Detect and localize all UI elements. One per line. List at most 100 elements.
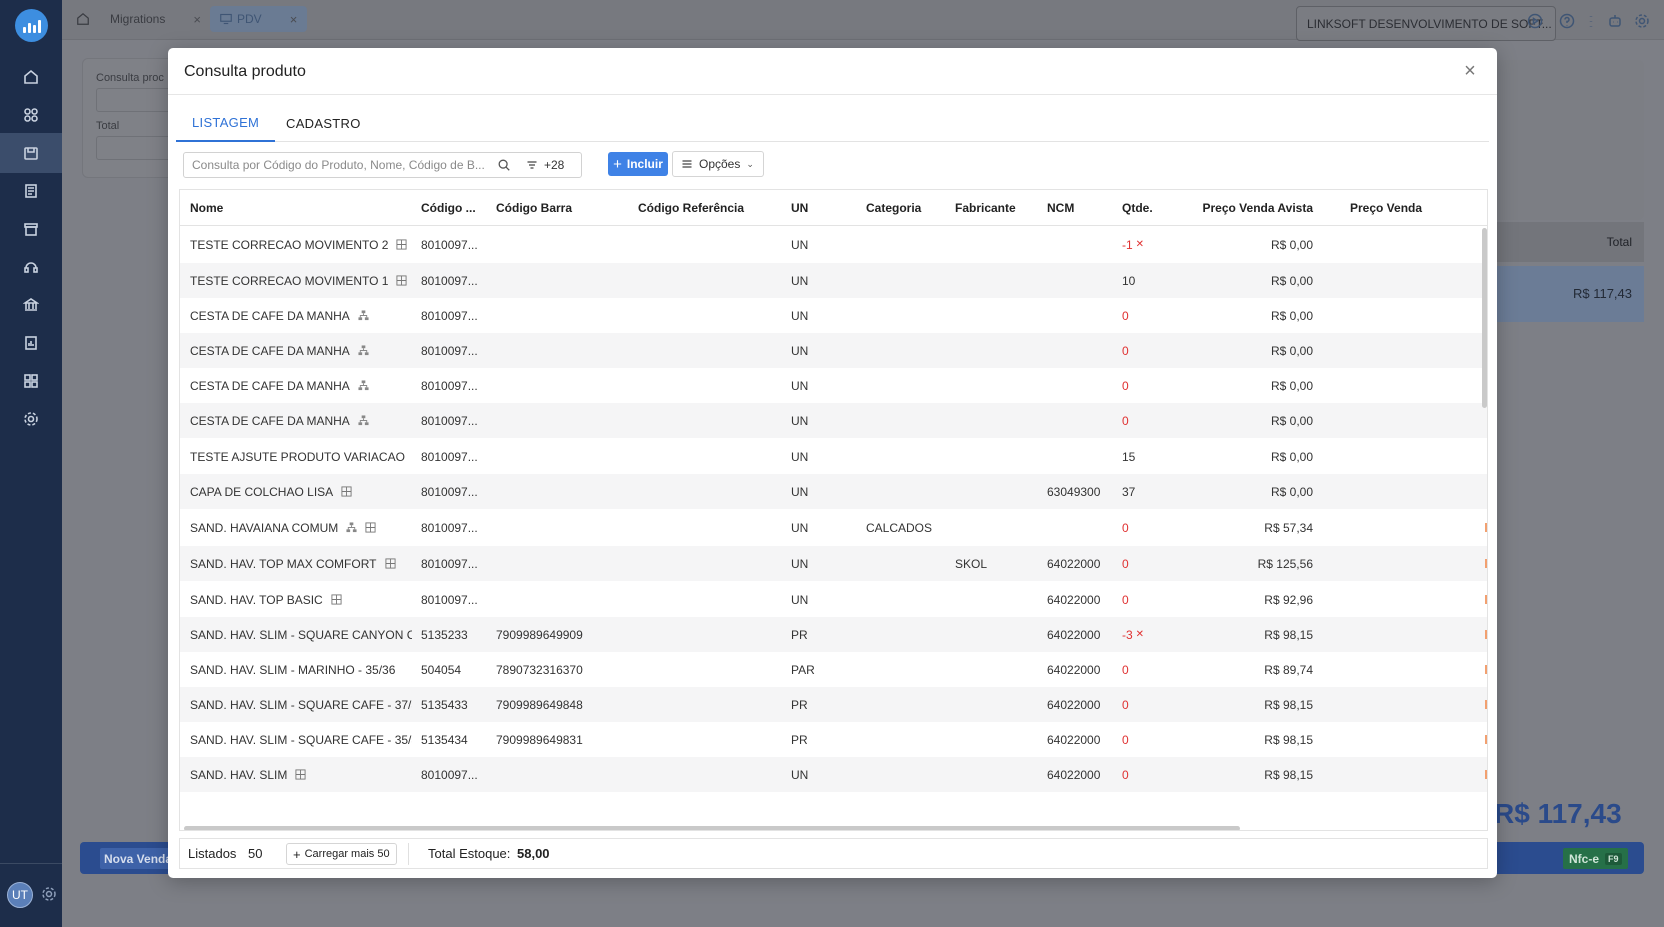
- close-icon[interactable]: ×: [193, 12, 201, 27]
- composition-icon[interactable]: [358, 310, 369, 321]
- col-preco-venda[interactable]: Preço Venda: [1350, 190, 1422, 226]
- report-icon[interactable]: [0, 323, 62, 363]
- composition-icon[interactable]: [358, 380, 369, 391]
- cell-qtde: -3 ✕: [1122, 617, 1144, 652]
- incluir-button[interactable]: + Incluir: [608, 152, 668, 176]
- composition-icon[interactable]: [346, 522, 357, 533]
- cell-un: UN: [791, 378, 809, 393]
- horizontal-scrollbar[interactable]: [184, 826, 1240, 830]
- cell-preco-avista: R$ 0,00: [1270, 343, 1313, 358]
- variation-grid-icon[interactable]: [295, 769, 306, 780]
- tab-migrations[interactable]: Migrations ×: [100, 6, 211, 32]
- composition-icon[interactable]: [358, 345, 369, 356]
- tab-pdv[interactable]: PDV ×: [210, 6, 308, 32]
- table-row[interactable]: SAND. HAVAIANA COMUM 8010097... UN CALCADOS…: [180, 510, 1487, 545]
- modal-divider: [168, 94, 1497, 95]
- nfce-label: Nfc-e: [1569, 851, 1600, 866]
- table-row[interactable]: SAND. HAV. SLIM - MARINHO - 35/36 504054 7…: [180, 652, 1487, 687]
- cell-codigo-barra: 7909989649848: [496, 697, 583, 712]
- robot-icon[interactable]: [1607, 13, 1623, 29]
- help-icon[interactable]: [1559, 13, 1575, 29]
- filter-button[interactable]: +28: [526, 153, 564, 177]
- cell-nome: SAND. HAVAIANA COMUM: [190, 510, 376, 545]
- gear-icon[interactable]: [41, 886, 57, 902]
- modules-icon[interactable]: [0, 361, 62, 401]
- table-row[interactable]: SAND. HAV. SLIM - SQUARE CAFE - 35/36 513…: [180, 722, 1487, 757]
- table-row[interactable]: SAND. HAV. TOP BASIC 8010097... UN 64022000…: [180, 582, 1487, 617]
- cell-codigo: 8010097...: [421, 273, 478, 288]
- col-categoria[interactable]: Categoria: [866, 190, 921, 226]
- cell-preco-avista: R$ 98,15: [1264, 767, 1313, 782]
- cell-preco-avista: R$ 0,00: [1270, 378, 1313, 393]
- col-codigo-barra[interactable]: Código Barra: [496, 190, 572, 226]
- close-icon[interactable]: ×: [1459, 60, 1481, 82]
- variation-grid-icon[interactable]: [331, 594, 342, 605]
- home-tab-icon[interactable]: [76, 12, 90, 26]
- search-icon[interactable]: [497, 158, 511, 172]
- table-row[interactable]: TESTE CORRECAO MOVIMENTO 1 8010097... UN 10…: [180, 263, 1487, 298]
- variation-grid-icon[interactable]: [341, 486, 352, 497]
- tab-cadastro[interactable]: CADASTRO: [270, 105, 377, 142]
- settings-gear-icon[interactable]: [1634, 13, 1650, 29]
- tab-listagem[interactable]: LISTAGEM: [176, 105, 276, 142]
- close-icon[interactable]: ×: [290, 12, 298, 27]
- table-row[interactable]: SAND. HAV. SLIM - SQUARE CAFE - 37/38 513…: [180, 687, 1487, 722]
- cell-un: UN: [791, 556, 809, 571]
- more-vertical-icon[interactable]: [1583, 13, 1599, 29]
- table-row[interactable]: CESTA DE CAFE DA MANHA 8010097... UN 0 R$ 0,…: [180, 333, 1487, 368]
- cell-nome: CESTA DE CAFE DA MANHA: [190, 368, 369, 403]
- col-qtde[interactable]: Qtde.: [1122, 190, 1153, 226]
- variation-grid-icon[interactable]: [365, 522, 376, 533]
- composition-icon[interactable]: [358, 415, 369, 426]
- nova-venda-button[interactable]: Nova Venda: [100, 848, 177, 869]
- total-input[interactable]: [96, 136, 176, 160]
- col-ncm[interactable]: NCM: [1047, 190, 1074, 226]
- table-row[interactable]: CAPA DE COLCHAO LISA 8010097... UN 63049300…: [180, 474, 1487, 509]
- bank-icon[interactable]: [0, 285, 62, 325]
- pdv-icon[interactable]: [0, 133, 62, 173]
- document-icon[interactable]: [0, 171, 62, 211]
- home-icon[interactable]: [0, 57, 62, 97]
- apps-icon[interactable]: [0, 95, 62, 135]
- nfce-button[interactable]: Nfc-e F9: [1563, 848, 1628, 869]
- carregar-mais-button[interactable]: + Carregar mais 50: [286, 843, 397, 865]
- table-row[interactable]: SAND. HAV. TOP MAX COMFORT 8010097... UN SK…: [180, 546, 1487, 581]
- qtde-value: 10: [1122, 273, 1136, 288]
- variation-grid-icon[interactable]: [384, 558, 396, 569]
- modal-title: Consulta produto: [184, 63, 306, 80]
- table-row[interactable]: CESTA DE CAFE DA MANHA 8010097... UN 0 R$ 0,…: [180, 298, 1487, 333]
- col-nome[interactable]: Nome: [190, 190, 223, 226]
- variation-grid-icon[interactable]: [396, 275, 408, 286]
- col-preco-avista[interactable]: Preço Venda Avista: [1200, 190, 1314, 226]
- col-un[interactable]: UN: [791, 190, 808, 226]
- settings-icon[interactable]: [0, 399, 62, 439]
- table-row[interactable]: CESTA DE CAFE DA MANHA 8010097... UN 0 R$ 0,…: [180, 368, 1487, 403]
- cell-nome: TESTE CORRECAO MOVIMENTO 1: [190, 263, 408, 298]
- archive-icon[interactable]: [0, 209, 62, 249]
- table-row[interactable]: CESTA DE CAFE DA MANHA 8010097... UN 0 R$ 0,…: [180, 403, 1487, 438]
- cell-ncm: 63049300: [1047, 484, 1101, 499]
- table-row[interactable]: SAND. HAV. SLIM - SQUARE CANYON C... 5135…: [180, 617, 1487, 652]
- cell-preco-avista: R$ 0,00: [1270, 413, 1313, 428]
- sidebar: UT: [0, 0, 62, 927]
- table-row[interactable]: TESTE CORRECAO MOVIMENTO 2 8010097... UN -1…: [180, 227, 1487, 262]
- cell-qtde: 0: [1122, 687, 1129, 722]
- search-input[interactable]: [184, 158, 484, 172]
- app-logo[interactable]: [15, 9, 48, 42]
- table-row[interactable]: TESTE AJSUTE PRODUTO VARIACAO 8010097... U…: [180, 439, 1487, 474]
- play-icon[interactable]: [1527, 13, 1543, 29]
- qtde-value: 0: [1122, 697, 1129, 712]
- negative-stock-icon: ✕: [1135, 239, 1145, 250]
- opcoes-button[interactable]: Opções ⌄: [672, 151, 764, 177]
- col-codigo-referencia[interactable]: Código Referência: [638, 190, 744, 226]
- col-fabricante[interactable]: Fabricante: [955, 190, 1016, 226]
- consulta-input[interactable]: [96, 88, 176, 112]
- cell-preco-avista: R$ 0,00: [1270, 273, 1313, 288]
- support-icon[interactable]: [0, 247, 62, 287]
- variation-grid-icon[interactable]: [396, 239, 408, 250]
- company-select[interactable]: LINKSOFT DESENVOLVIMENTO DE SOFT... ⌄: [1296, 6, 1556, 41]
- vertical-scrollbar[interactable]: [1482, 228, 1487, 408]
- avatar[interactable]: UT: [7, 882, 33, 908]
- table-row[interactable]: SAND. HAV. SLIM 8010097... UN 64022000 0 R$ 9…: [180, 757, 1487, 792]
- col-codigo[interactable]: Código ...: [421, 190, 476, 226]
